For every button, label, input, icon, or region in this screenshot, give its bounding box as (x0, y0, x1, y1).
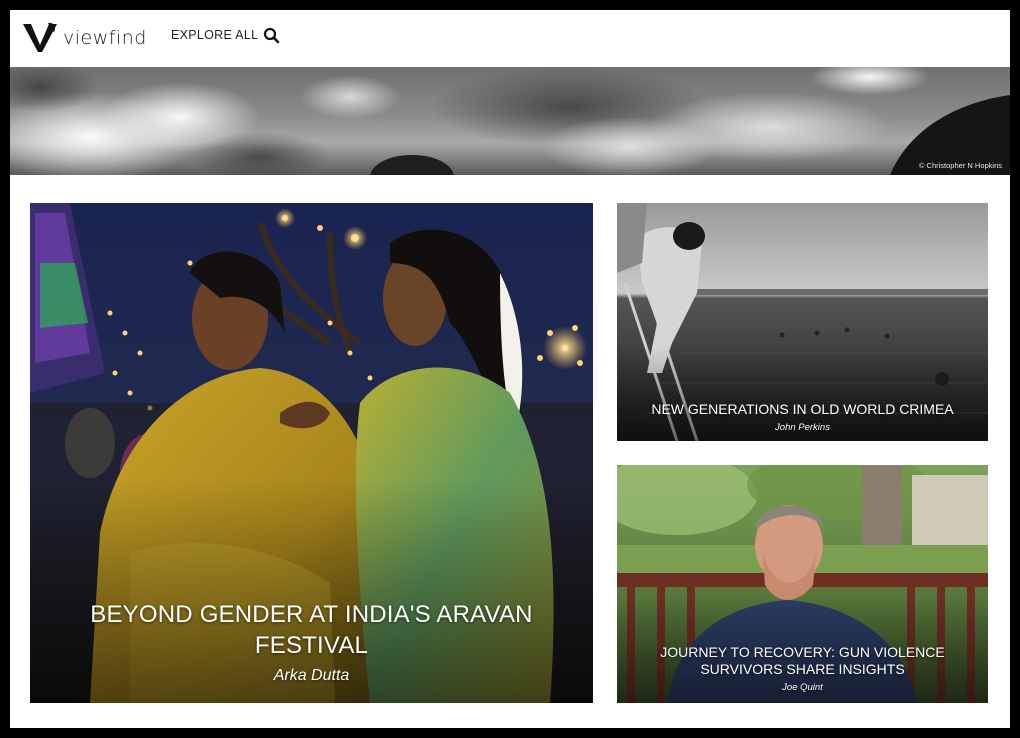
hero-banner[interactable]: © Christopher N Hopkins (10, 67, 1010, 175)
story-caption: NEW GENERATIONS IN OLD WORLD CRIMEA John… (617, 401, 988, 433)
story-card-aravan-festival[interactable]: BEYOND GENDER AT INDIA'S ARAVAN FESTIVAL… (30, 203, 593, 703)
story-author[interactable]: Arka Dutta (30, 667, 593, 685)
story-title[interactable]: BEYOND GENDER AT INDIA'S ARAVAN FESTIVAL (30, 599, 593, 661)
story-author[interactable]: Joe Quint (617, 682, 988, 693)
search-icon (263, 27, 280, 44)
site-logo[interactable]: viewfind (22, 20, 147, 54)
explore-all-link[interactable]: EXPLORE ALL (171, 28, 258, 42)
story-card-crimea[interactable]: NEW GENERATIONS IN OLD WORLD CRIMEA John… (617, 203, 988, 441)
story-title[interactable]: JOURNEY TO RECOVERY: GUN VIOLENCE SURVIV… (617, 644, 988, 678)
logo-text: viewfind (63, 27, 147, 49)
site-header: viewfind EXPLORE ALL (10, 10, 1010, 67)
story-caption: BEYOND GENDER AT INDIA'S ARAVAN FESTIVAL… (30, 599, 593, 685)
banner-photo-credit: © Christopher N Hopkins (918, 161, 1002, 170)
search-button[interactable] (262, 26, 282, 46)
page-frame: viewfind EXPLORE ALL © Christopher N Hop… (10, 10, 1010, 728)
viewfind-logo-icon (23, 22, 57, 52)
story-caption: JOURNEY TO RECOVERY: GUN VIOLENCE SURVIV… (617, 644, 988, 693)
story-title[interactable]: NEW GENERATIONS IN OLD WORLD CRIMEA (617, 401, 988, 418)
story-card-gun-violence[interactable]: JOURNEY TO RECOVERY: GUN VIOLENCE SURVIV… (617, 465, 988, 703)
story-author[interactable]: John Perkins (617, 422, 988, 433)
banner-sky-image (10, 67, 1010, 175)
